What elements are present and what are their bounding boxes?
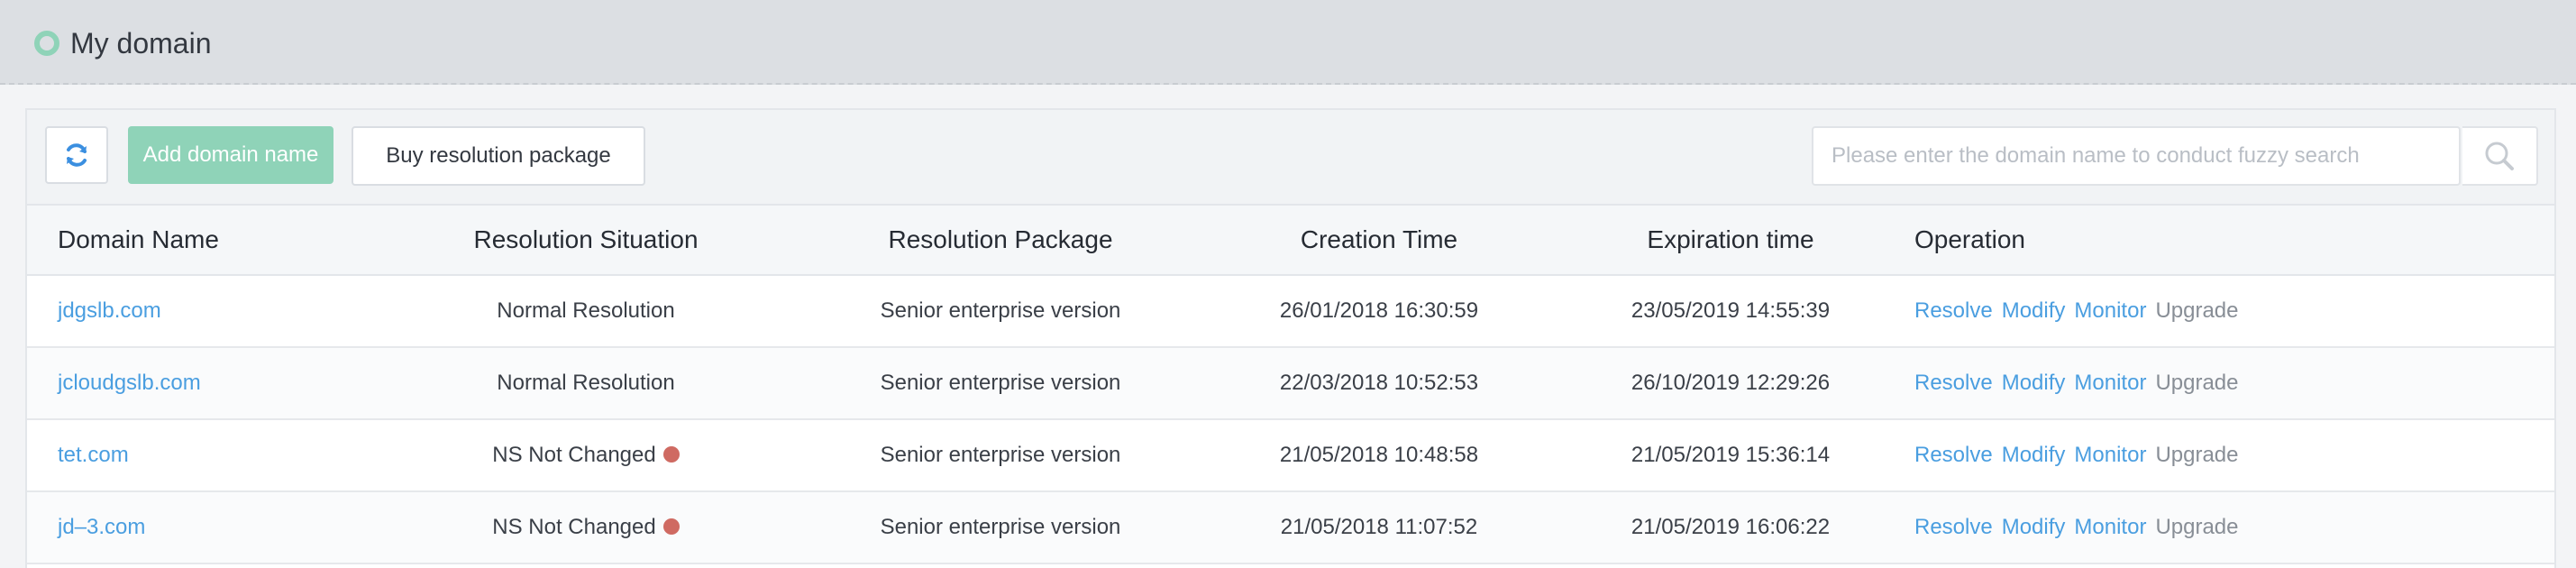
upgrade-link[interactable]: Upgrade [2155, 515, 2238, 539]
resolution-situation-label: Normal Resolution [497, 371, 675, 395]
resolution-situation: Normal Resolution [388, 276, 784, 346]
monitor-link[interactable]: Monitor [2074, 298, 2146, 323]
resolution-package: Senior enterprise version [880, 371, 1121, 395]
modify-link[interactable]: Modify [2002, 515, 2066, 539]
circle-icon [34, 31, 59, 56]
resolve-link[interactable]: Resolve [1914, 298, 1993, 323]
monitor-link[interactable]: Monitor [2074, 515, 2146, 539]
expiration-time: 23/05/2019 14:55:39 [1631, 298, 1831, 323]
creation-time: 21/05/2018 10:48:58 [1279, 443, 1479, 467]
creation-time: 21/05/2018 11:07:52 [1280, 515, 1478, 539]
column-header-expiration-time: Expiration time [1647, 225, 1814, 253]
resolution-package: Senior enterprise version [880, 515, 1121, 539]
operation-links: Resolve Modify Monitor Upgrade [1914, 492, 2248, 563]
search-box [1812, 126, 2464, 186]
resolution-situation-label: NS Not Changed [492, 443, 656, 467]
warning-dot-icon [662, 445, 680, 463]
page-title: My domain [70, 27, 212, 60]
column-header-operation: Operation [1914, 225, 2025, 253]
domain-link[interactable]: jd–3.com [58, 492, 145, 563]
monitor-link[interactable]: Monitor [2074, 371, 2146, 395]
resolution-situation: Normal Resolution [388, 348, 784, 418]
monitor-link[interactable]: Monitor [2074, 443, 2146, 467]
refresh-button[interactable] [45, 126, 108, 184]
upgrade-link[interactable]: Upgrade [2155, 298, 2238, 323]
resolve-link[interactable]: Resolve [1914, 515, 1993, 539]
expiration-time: 21/05/2019 16:06:22 [1631, 515, 1831, 539]
resolution-package: Senior enterprise version [880, 298, 1121, 323]
search-input[interactable] [1813, 128, 2464, 184]
domain-link[interactable]: tet.com [58, 420, 129, 490]
column-header-domain-name: Domain Name [58, 225, 219, 253]
warning-dot-icon [662, 518, 680, 535]
resolution-situation-label: Normal Resolution [497, 298, 675, 323]
domain-link[interactable]: jdgslb.com [58, 276, 161, 346]
upgrade-link[interactable]: Upgrade [2155, 371, 2238, 395]
operation-links: Resolve Modify Monitor Upgrade [1914, 420, 2248, 490]
add-domain-button[interactable]: Add domain name [128, 126, 333, 184]
modify-link[interactable]: Modify [2002, 371, 2066, 395]
domain-page: My domain Add domain name Buy resolution… [0, 0, 2576, 568]
table-row: jd–3.com NS Not Changed Senior enterprise … [27, 492, 2554, 564]
refresh-icon [67, 143, 87, 167]
resolve-link[interactable]: Resolve [1914, 443, 1993, 467]
column-header-resolution-situation: Resolution Situation [473, 225, 699, 253]
operation-links: Resolve Modify Monitor Upgrade [1914, 276, 2248, 346]
expiration-time: 26/10/2019 12:29:26 [1631, 371, 1831, 395]
creation-time: 22/03/2018 10:52:53 [1279, 371, 1479, 395]
page-header: My domain [0, 0, 2576, 85]
buy-package-button[interactable]: Buy resolution package [352, 126, 645, 186]
search-icon [2485, 142, 2514, 170]
expiration-time: 21/05/2019 15:36:14 [1631, 443, 1831, 467]
upgrade-link[interactable]: Upgrade [2155, 443, 2238, 467]
table-row: tet.com NS Not Changed Senior enterprise v… [27, 420, 2554, 492]
table-row: jcloudgslb.com Normal Resolution Senior en… [27, 348, 2554, 420]
resolve-link[interactable]: Resolve [1914, 371, 1993, 395]
column-header-creation-time: Creation Time [1300, 225, 1458, 253]
resolution-package: Senior enterprise version [880, 443, 1121, 467]
resolution-situation-label: NS Not Changed [492, 515, 656, 539]
search-button[interactable] [2462, 126, 2538, 186]
resolution-situation: NS Not Changed [388, 492, 784, 563]
table-row: jdgslb.com Normal Resolution Senior enterp… [27, 276, 2554, 348]
operation-links: Resolve Modify Monitor Upgrade [1914, 348, 2248, 418]
resolution-situation: NS Not Changed [388, 420, 784, 490]
modify-link[interactable]: Modify [2002, 298, 2066, 323]
creation-time: 26/01/2018 16:30:59 [1279, 298, 1479, 323]
domain-panel: Add domain name Buy resolution package D… [25, 108, 2556, 568]
table-header: Domain Name Resolution Situation Resolut… [27, 204, 2554, 276]
modify-link[interactable]: Modify [2002, 443, 2066, 467]
domain-link[interactable]: jcloudgslb.com [58, 348, 201, 418]
column-header-resolution-package: Resolution Package [888, 225, 1113, 253]
toolbar: Add domain name Buy resolution package [27, 110, 2554, 204]
